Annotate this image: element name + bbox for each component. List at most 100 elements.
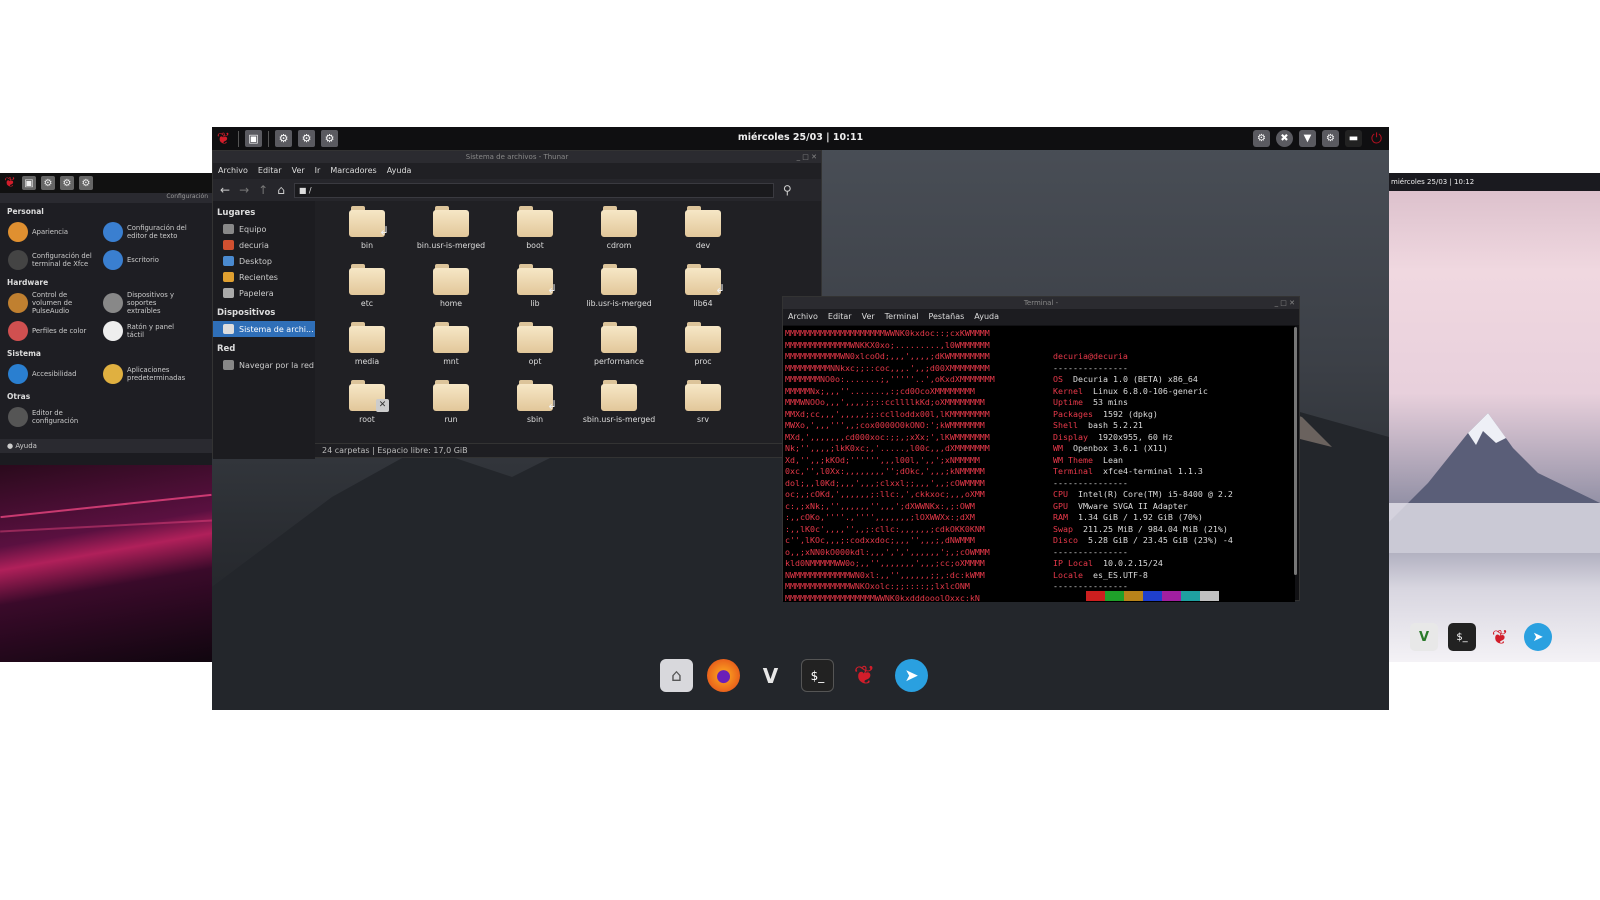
folder-icon: ✕	[349, 380, 389, 412]
home-icon[interactable]: ⌂	[277, 183, 285, 197]
gear-icon[interactable]: ⚙	[41, 176, 55, 190]
menu-item[interactable]: Editar	[828, 309, 852, 325]
folder-item[interactable]: sbin.usr-is-merged	[577, 380, 661, 432]
settings-item[interactable]: Ratón y panel táctil	[95, 321, 190, 341]
terminal-icon[interactable]: $_	[1448, 623, 1476, 651]
folder-item[interactable]: proc	[661, 322, 745, 374]
folder-item[interactable]: bin.usr-is-merged	[409, 206, 493, 258]
folder-name: run	[444, 415, 458, 424]
window-controls[interactable]: _ □ ✕	[1275, 297, 1295, 309]
settings-item[interactable]: Configuración del editor de texto	[95, 222, 190, 242]
menu-item[interactable]: Archivo	[218, 163, 248, 179]
menu-item[interactable]: Ayuda	[974, 309, 999, 325]
forward-arrow-icon[interactable]: →	[239, 183, 249, 197]
help-button[interactable]: ● Ayuda	[0, 439, 212, 453]
folder-item[interactable]: opt	[493, 322, 577, 374]
menu-item[interactable]: Pestañas	[928, 309, 964, 325]
folder-icon	[433, 206, 469, 238]
gear-icon[interactable]: ⚙	[321, 130, 338, 147]
firefox-icon[interactable]: ●	[707, 659, 740, 692]
terminal-icon[interactable]: $_	[801, 659, 834, 692]
decuria-logo-icon[interactable]: ❦	[3, 175, 17, 191]
gear-icon[interactable]: ⚙	[1322, 130, 1339, 147]
folder-item[interactable]: performance	[577, 322, 661, 374]
settings-item[interactable]: Perfiles de color	[0, 321, 95, 341]
shield-icon[interactable]: ▼	[1299, 130, 1316, 147]
settings-icon[interactable]: ⚙	[1253, 130, 1270, 147]
menu-item[interactable]: Ayuda	[387, 163, 412, 179]
search-icon[interactable]: ⚲	[783, 183, 792, 197]
sidebar-item[interactable]: Sistema de archi...	[213, 321, 315, 337]
decuria-logo-icon[interactable]: ❦	[215, 129, 232, 148]
browser-icon[interactable]: ➤	[895, 659, 928, 692]
folder-item[interactable]: media	[325, 322, 409, 374]
sidebar-item[interactable]: Papelera	[213, 285, 315, 301]
settings-item[interactable]: Apariencia	[0, 222, 95, 242]
gear-icon[interactable]: ⚙	[298, 130, 315, 147]
up-arrow-icon[interactable]: ↑	[258, 183, 268, 197]
settings-item[interactable]: Editor de configuración	[0, 407, 95, 427]
window-titlebar[interactable]: Terminal - _ □ ✕	[783, 297, 1299, 309]
folder-item[interactable]: ↲ lib	[493, 264, 577, 316]
settings-item[interactable]: Dispositivos y soportes extraíbles	[95, 291, 190, 315]
sidebar-item-icon	[223, 240, 234, 250]
settings-item[interactable]: Escritorio	[95, 250, 190, 270]
sidebar-item[interactable]: Equipo	[213, 221, 315, 237]
folder-item[interactable]: run	[409, 380, 493, 432]
folder-name: bin.usr-is-merged	[416, 241, 486, 250]
sidebar-item[interactable]: decuria	[213, 237, 315, 253]
settings-item[interactable]: Accesibilidad	[0, 364, 95, 384]
settings-item[interactable]: Configuración del terminal de Xfce	[0, 250, 95, 270]
browser-icon[interactable]: ➤	[1524, 623, 1552, 651]
terminal-output[interactable]: MMMMMMMMMMMMMMMMMMMMWWNK0kxdoc::;cxKWMMM…	[783, 326, 1295, 602]
info-line: Swap 211.25 MiB / 984.04 MiB (21%)	[1053, 524, 1233, 536]
decuria-logo-icon[interactable]: ❦	[1486, 623, 1514, 651]
window-icon[interactable]: ▣	[22, 176, 36, 190]
menu-item[interactable]: Editar	[258, 163, 282, 179]
sidebar-item[interactable]: Recientes	[213, 269, 315, 285]
gear-icon[interactable]: ⚙	[275, 130, 292, 147]
folder-item[interactable]: srv	[661, 380, 745, 432]
folder-name: lib	[530, 299, 540, 308]
vim-icon[interactable]: V	[1410, 623, 1438, 651]
folder-item[interactable]: boot	[493, 206, 577, 258]
window-controls[interactable]: _ □ ✕	[797, 151, 817, 163]
show-desktop-icon[interactable]: ▣	[245, 130, 262, 147]
menu-item[interactable]: Ver	[292, 163, 305, 179]
folder-item[interactable]: cdrom	[577, 206, 661, 258]
back-arrow-icon[interactable]: ←	[220, 183, 230, 197]
folder-body	[601, 384, 637, 411]
sidebar-item-icon	[223, 272, 234, 282]
path-bar[interactable]: ■ /	[293, 182, 774, 198]
power-icon[interactable]: ⏻	[1368, 130, 1385, 147]
menu-item[interactable]: Ver	[862, 309, 875, 325]
folder-item[interactable]: ↲ sbin	[493, 380, 577, 432]
close-session-icon[interactable]: ✖	[1276, 130, 1293, 147]
window-titlebar[interactable]: Sistema de archivos - Thunar _ □ ✕	[213, 151, 821, 163]
sidebar-item[interactable]: Navegar por la red	[213, 357, 315, 373]
gear-icon[interactable]: ⚙	[60, 176, 74, 190]
folder-icon	[349, 264, 385, 296]
folder-item[interactable]: ✕ root	[325, 380, 409, 432]
scrollbar[interactable]	[1294, 327, 1297, 575]
menu-item[interactable]: Ir	[315, 163, 321, 179]
vim-icon[interactable]: V	[754, 659, 787, 692]
settings-item[interactable]: Control de volumen de PulseAudio	[0, 291, 95, 315]
menu-item[interactable]: Marcadores	[330, 163, 376, 179]
folder-item[interactable]: dev	[661, 206, 745, 258]
folder-item[interactable]: ↲ bin	[325, 206, 409, 258]
folder-item[interactable]: lib.usr-is-merged	[577, 264, 661, 316]
folder-item[interactable]: ↲ lib64	[661, 264, 745, 316]
folder-item[interactable]: etc	[325, 264, 409, 316]
sidebar-item[interactable]: Desktop	[213, 253, 315, 269]
home-folder-icon[interactable]: ⌂	[660, 659, 693, 692]
folder-item[interactable]: home	[409, 264, 493, 316]
folder-item[interactable]: mnt	[409, 322, 493, 374]
gear-icon[interactable]: ⚙	[79, 176, 93, 190]
settings-app-icon	[8, 293, 28, 313]
menu-item[interactable]: Terminal	[885, 309, 919, 325]
settings-item[interactable]: Aplicaciones predeterminadas	[95, 364, 190, 384]
menu-item[interactable]: Archivo	[788, 309, 818, 325]
folder-icon	[685, 322, 721, 354]
decuria-logo-icon[interactable]: ❦	[848, 659, 881, 692]
